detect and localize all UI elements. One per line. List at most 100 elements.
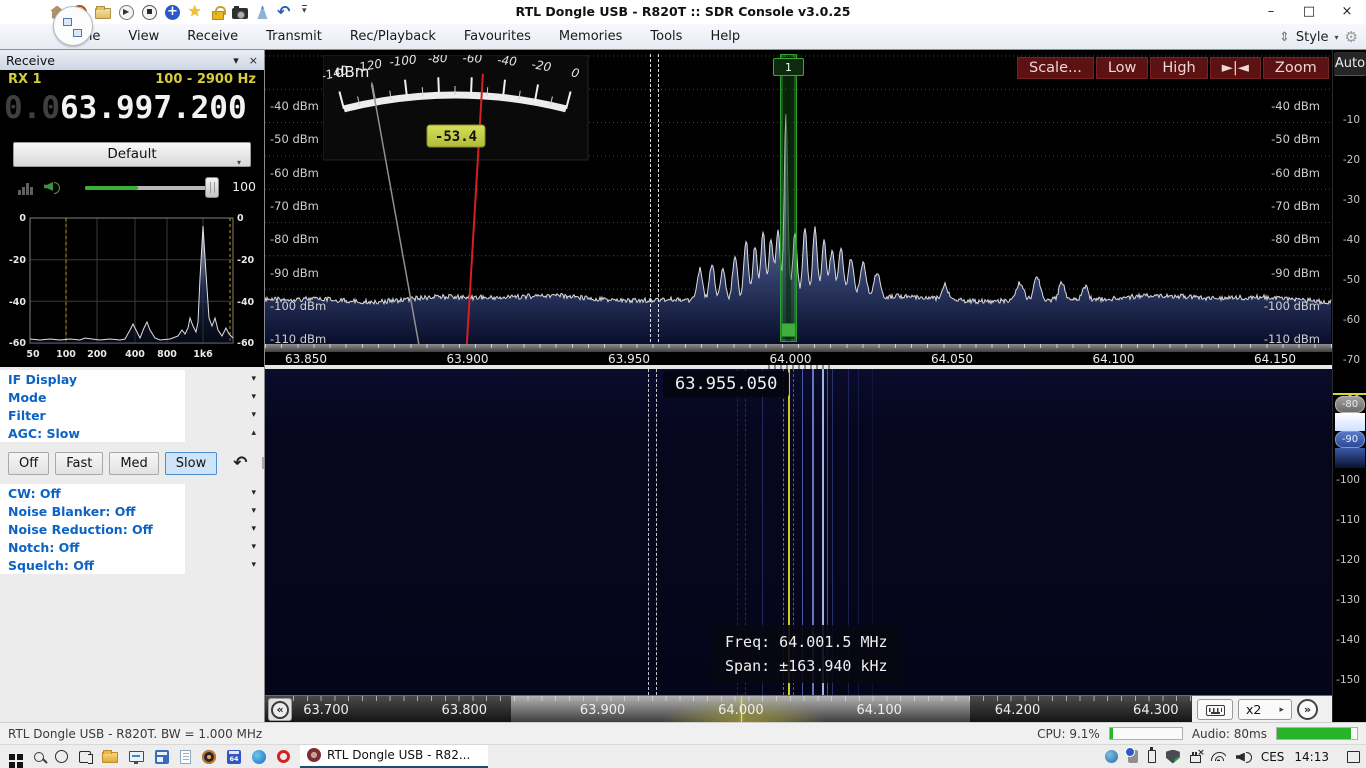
tray-wifi-icon[interactable]: [1211, 752, 1226, 761]
undo-icon[interactable]: [277, 4, 293, 20]
tray-device-icon[interactable]: [1128, 750, 1138, 763]
chevron-down-icon[interactable]: ▾: [251, 488, 264, 498]
volume-slider-handle[interactable]: [205, 177, 219, 198]
nav-zoom-button[interactable]: x2▸: [1238, 699, 1292, 720]
tray-app-icon[interactable]: [1105, 750, 1118, 763]
nav-scroll-left-button[interactable]: «: [268, 698, 292, 721]
favourite-icon[interactable]: [188, 4, 204, 20]
maximize-button[interactable]: □: [1290, 0, 1328, 24]
app-window-icon[interactable]: [155, 750, 169, 764]
tab-receive[interactable]: Receive: [173, 24, 252, 50]
spectrum-display[interactable]: -40 dBm-40 dBm-50 dBm-50 dBm-60 dBm-60 d…: [265, 50, 1332, 344]
tray-usb-icon[interactable]: [1148, 750, 1156, 763]
agc-envelope-icon[interactable]: [262, 457, 264, 469]
task-view-icon[interactable]: [79, 751, 91, 763]
marker-1-region[interactable]: [780, 54, 797, 342]
tab-tools[interactable]: Tools: [636, 24, 696, 50]
notepad-icon[interactable]: [180, 750, 191, 764]
lock-icon[interactable]: [212, 11, 224, 20]
scale-gradient-range[interactable]: [1335, 413, 1365, 431]
low-button[interactable]: Low: [1096, 57, 1149, 79]
frequency-navigation-bar[interactable]: 63.70063.80063.90064.00064.10064.20064.3…: [265, 695, 1332, 722]
menu-item-noise-blanker-off[interactable]: Noise Blanker: Off▾: [0, 502, 264, 520]
tray-shield-icon[interactable]: [1166, 750, 1180, 764]
style-updown-icon[interactable]: ⇕: [1279, 30, 1290, 45]
menu-item-noise-reduction-off[interactable]: Noise Reduction: Off▾: [0, 520, 264, 538]
start-icon[interactable]: [9, 754, 15, 760]
opera-icon[interactable]: [277, 750, 290, 763]
chevron-down-icon[interactable]: ▾: [251, 392, 264, 402]
file-explorer-icon[interactable]: [102, 752, 118, 763]
clock[interactable]: 14:13: [1294, 750, 1329, 764]
tab-memories[interactable]: Memories: [545, 24, 637, 50]
tab-rec-playback[interactable]: Rec/Playback: [336, 24, 450, 50]
tab-transmit[interactable]: Transmit: [252, 24, 336, 50]
active-task-button[interactable]: RTL Dongle USB - R82...: [300, 745, 488, 768]
panel-collapse-icon[interactable]: ▾: [233, 54, 239, 67]
chevron-down-icon[interactable]: ▾: [251, 560, 264, 570]
keyboard-entry-button[interactable]: [1197, 699, 1233, 720]
menu-item-cw-off[interactable]: CW: Off▾: [0, 484, 264, 502]
menu-item-agc-slow[interactable]: AGC: Slow▴: [0, 424, 264, 442]
tray-volume-icon[interactable]: [1236, 751, 1251, 763]
style-dropdown-arrow-icon[interactable]: ▾: [1335, 33, 1339, 42]
center-markers-button[interactable]: ►|◄: [1210, 57, 1261, 79]
menu-item-if-display[interactable]: IF Display▾: [0, 370, 264, 388]
high-button[interactable]: High: [1150, 57, 1207, 79]
spectrum-frequency-axis[interactable]: [265, 344, 1332, 352]
app-logo-icon[interactable]: [53, 6, 93, 46]
scale-upper-handle[interactable]: -80: [1335, 396, 1365, 413]
monitor-icon[interactable]: [129, 751, 144, 762]
marker-1-badge[interactable]: 1: [773, 58, 804, 76]
auto-scale-button[interactable]: Auto: [1334, 52, 1366, 76]
close-button[interactable]: ×: [1328, 0, 1366, 24]
style-button[interactable]: Style: [1296, 30, 1329, 45]
tray-ethernet-icon[interactable]: [1190, 755, 1201, 763]
menu-item-mode[interactable]: Mode▾: [0, 388, 264, 406]
compass-icon[interactable]: [202, 750, 216, 764]
agc-fast-button[interactable]: Fast: [55, 452, 103, 475]
sdrsharp-icon[interactable]: [227, 750, 241, 764]
tab-help[interactable]: Help: [696, 24, 754, 50]
more-icon[interactable]: [301, 5, 311, 19]
chevron-down-icon[interactable]: ▾: [251, 542, 264, 552]
agc-undo-icon[interactable]: ↶: [233, 453, 247, 473]
camera-icon[interactable]: [232, 8, 248, 19]
tab-favourites[interactable]: Favourites: [450, 24, 545, 50]
beacon-icon[interactable]: [256, 5, 269, 19]
panel-close-icon[interactable]: ×: [249, 54, 258, 67]
tab-view[interactable]: View: [114, 24, 173, 50]
scale-button[interactable]: Scale...: [1017, 57, 1094, 79]
zoom-button[interactable]: Zoom: [1263, 57, 1329, 79]
play-icon[interactable]: [119, 5, 134, 20]
chevron-up-icon[interactable]: ▴: [251, 428, 264, 438]
frequency-display[interactable]: 0.063.997.200: [4, 90, 247, 126]
notification-center-icon[interactable]: [1347, 751, 1360, 763]
menu-item-notch-off[interactable]: Notch: Off▾: [0, 538, 264, 556]
scale-lower-handle[interactable]: -90: [1335, 431, 1365, 448]
edge-icon[interactable]: [252, 750, 266, 764]
keyboard-layout-indicator[interactable]: CES: [1261, 750, 1285, 764]
settings-gear-icon[interactable]: ⚙: [1345, 28, 1358, 46]
nav-scroll-right-button[interactable]: »: [1297, 699, 1318, 720]
add-icon[interactable]: [165, 5, 180, 20]
equalizer-icon[interactable]: [18, 180, 36, 195]
record-icon[interactable]: [142, 5, 157, 20]
speaker-icon[interactable]: [44, 180, 60, 193]
mode-preset-dropdown[interactable]: Default ▾: [13, 142, 251, 167]
chevron-down-icon[interactable]: ▾: [251, 506, 264, 516]
search-icon[interactable]: [34, 752, 44, 762]
chevron-down-icon[interactable]: ▾: [251, 524, 264, 534]
volume-slider[interactable]: [85, 186, 213, 190]
minimize-button[interactable]: –: [1252, 0, 1290, 24]
menu-item-squelch-off[interactable]: Squelch: Off▾: [0, 556, 264, 574]
agc-off-button[interactable]: Off: [8, 452, 49, 475]
agc-slow-button[interactable]: Slow: [165, 452, 217, 475]
waterfall-display[interactable]: 63.955.050 Freq: 64.001.5 MHzSpan: ±163.…: [265, 369, 1332, 695]
chevron-down-icon[interactable]: ▾: [251, 410, 264, 420]
cortana-icon[interactable]: [55, 750, 68, 763]
marker-1-handle[interactable]: [781, 323, 796, 337]
menu-item-filter[interactable]: Filter▾: [0, 406, 264, 424]
spectrum-plot[interactable]: [265, 50, 1332, 344]
agc-med-button[interactable]: Med: [109, 452, 158, 475]
